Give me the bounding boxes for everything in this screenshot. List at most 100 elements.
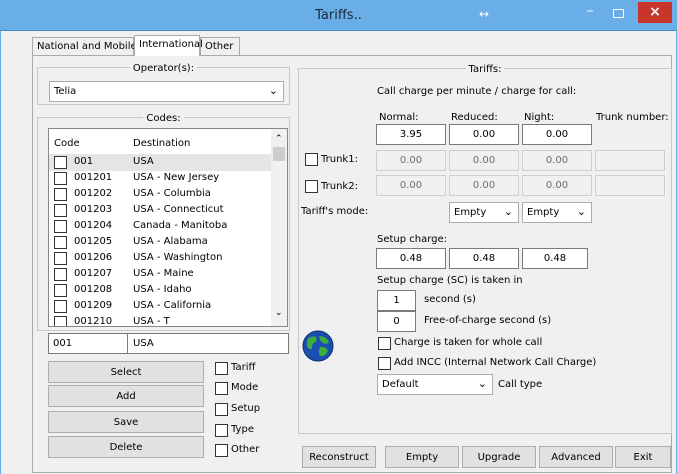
row-checkbox[interactable] <box>54 316 67 326</box>
tab-international[interactable]: International <box>134 35 203 56</box>
empty-button[interactable]: Empty <box>385 446 459 468</box>
row-checkbox[interactable] <box>54 300 67 313</box>
row-code: 001210 <box>74 316 113 326</box>
setup-checkbox-label: Setup <box>231 403 261 414</box>
move-icon[interactable]: ↔ <box>479 7 489 21</box>
trunk2-checkbox[interactable] <box>305 180 318 193</box>
column-label-night: Night: <box>524 112 555 123</box>
codes-list[interactable]: Code Destination 001 USA 001201 USA - New … <box>48 128 288 327</box>
tariff-checkbox-label: Tariff <box>231 362 256 373</box>
list-header: Code Destination <box>49 129 271 155</box>
code-field[interactable]: 001 <box>48 333 128 354</box>
trunk1-checkbox[interactable] <box>305 153 318 166</box>
row-destination: Canada - Manitoba <box>133 220 228 231</box>
list-item[interactable]: 001202 USA - Columbia <box>49 187 271 203</box>
tariff-mode-select-2[interactable]: Empty ⌄ <box>522 202 592 223</box>
trunk1-number-field[interactable] <box>595 150 665 171</box>
row-checkbox[interactable] <box>54 236 67 249</box>
normal-rate-field[interactable]: 3.95 <box>376 124 446 145</box>
row-checkbox[interactable] <box>54 284 67 297</box>
select-button[interactable]: Select <box>48 361 204 383</box>
row-destination: USA - T <box>133 316 170 326</box>
list-item[interactable]: 001204 Canada - Manitoba <box>49 219 271 235</box>
delete-button[interactable]: Delete <box>48 436 204 458</box>
chevron-down-icon: ⌄ <box>268 84 278 97</box>
setup-checkbox[interactable] <box>215 403 228 416</box>
list-item[interactable]: 001207 USA - Maine <box>49 267 271 283</box>
add-button[interactable]: Add <box>48 385 204 407</box>
close-button[interactable]: × <box>638 2 672 23</box>
row-checkbox[interactable] <box>54 156 67 169</box>
setup-normal-field[interactable]: 0.48 <box>376 248 446 269</box>
minimize-button[interactable]: – <box>580 3 600 25</box>
trunk1-normal-field[interactable]: 0.00 <box>376 150 446 171</box>
row-destination: USA - Connecticut <box>133 204 224 215</box>
list-rows: 001 USA 001201 USA - New Jersey 001202 USA … <box>49 155 271 326</box>
row-checkbox[interactable] <box>54 204 67 217</box>
scroll-down-icon[interactable]: ⌄ <box>275 308 283 318</box>
row-destination: USA - California <box>133 300 212 311</box>
row-checkbox[interactable] <box>54 172 67 185</box>
operator-label: Operator(s): <box>37 63 290 74</box>
operator-select[interactable]: Telia ⌄ <box>49 81 284 102</box>
whole-call-checkbox[interactable] <box>378 337 391 350</box>
tariff-checkbox[interactable] <box>215 362 228 375</box>
sc-seconds-field[interactable]: 1 <box>377 290 416 311</box>
sc-seconds-label: second (s) <box>424 294 476 305</box>
column-header-destination[interactable]: Destination <box>133 138 190 149</box>
trunk2-normal-field[interactable]: 0.00 <box>376 175 446 196</box>
scroll-thumb[interactable] <box>273 147 285 161</box>
list-item[interactable]: 001205 USA - Alabama <box>49 235 271 251</box>
free-seconds-field[interactable]: 0 <box>377 311 416 332</box>
trunk1-reduced-field[interactable]: 0.00 <box>449 150 519 171</box>
trunk1-night-field[interactable]: 0.00 <box>522 150 592 171</box>
row-checkbox[interactable] <box>54 188 67 201</box>
column-header-code[interactable]: Code <box>54 138 80 149</box>
maximize-button[interactable] <box>613 9 624 18</box>
destination-field[interactable]: USA <box>127 333 289 354</box>
night-rate-field[interactable]: 0.00 <box>522 124 592 145</box>
list-item[interactable]: 001206 USA - Washington <box>49 251 271 267</box>
list-item[interactable]: 001209 USA - California <box>49 299 271 315</box>
list-scrollbar[interactable]: ⌃ ⌄ <box>271 129 287 326</box>
trunk2-label: Trunk2: <box>321 181 358 192</box>
setup-night-field[interactable]: 0.48 <box>522 248 588 269</box>
tab-other[interactable]: Other <box>200 37 240 55</box>
trunk2-reduced-field[interactable]: 0.00 <box>449 175 519 196</box>
column-label-normal: Normal: <box>379 112 419 123</box>
row-checkbox[interactable] <box>54 268 67 281</box>
list-item[interactable]: 001201 USA - New Jersey <box>49 171 271 187</box>
tariff-mode-label: Tariff's mode: <box>301 206 369 217</box>
exit-button[interactable]: Exit <box>615 446 671 468</box>
incc-checkbox[interactable] <box>378 357 391 370</box>
other-checkbox[interactable] <box>215 444 228 457</box>
setup-reduced-field[interactable]: 0.48 <box>449 248 519 269</box>
row-destination: USA <box>133 156 154 167</box>
advanced-button[interactable]: Advanced <box>539 446 613 468</box>
tariff-mode-2-value: Empty <box>527 207 560 218</box>
scroll-up-icon[interactable]: ⌃ <box>275 134 283 144</box>
row-checkbox[interactable] <box>54 252 67 265</box>
call-type-select[interactable]: Default ⌄ <box>377 374 493 395</box>
row-destination: USA - Alabama <box>133 236 208 247</box>
row-destination: USA - Maine <box>133 268 194 279</box>
upgrade-button[interactable]: Upgrade <box>462 446 536 468</box>
call-type-label: Call type <box>498 379 543 390</box>
type-checkbox[interactable] <box>215 424 228 437</box>
trunk2-night-field[interactable]: 0.00 <box>522 175 592 196</box>
row-checkbox[interactable] <box>54 220 67 233</box>
reduced-rate-field[interactable]: 0.00 <box>449 124 519 145</box>
list-item[interactable]: 001 USA <box>49 155 271 171</box>
list-item[interactable]: 001210 USA - T <box>49 315 271 326</box>
list-item[interactable]: 001203 USA - Connecticut <box>49 203 271 219</box>
trunk2-number-field[interactable] <box>595 175 665 196</box>
row-code: 001205 <box>74 236 113 247</box>
mode-checkbox[interactable] <box>215 382 228 395</box>
list-item[interactable]: 001208 USA - Idaho <box>49 283 271 299</box>
tab-national-mobile[interactable]: National and Mobile <box>32 37 137 55</box>
charge-description: Call charge per minute / charge for call… <box>377 86 577 97</box>
row-code: 001209 <box>74 300 113 311</box>
reconstruct-button[interactable]: Reconstruct <box>302 446 376 468</box>
tariff-mode-select-1[interactable]: Empty ⌄ <box>449 202 519 223</box>
save-button[interactable]: Save <box>48 411 204 433</box>
